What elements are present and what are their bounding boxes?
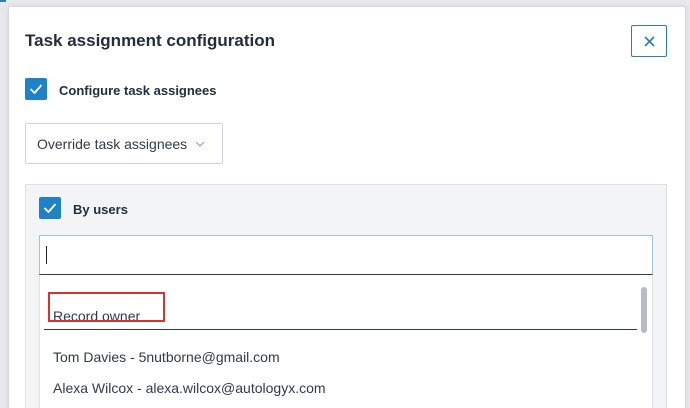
by-users-label: By users bbox=[73, 202, 128, 217]
checkmark-icon bbox=[29, 84, 43, 95]
assignee-mode-select[interactable]: Override task assignees bbox=[25, 123, 223, 164]
text-caret bbox=[46, 246, 47, 264]
list-item[interactable]: Tom Davies - 5nutborne@gmail.com bbox=[53, 349, 280, 365]
configure-task-assignees-label: Configure task assignees bbox=[59, 83, 217, 98]
chevron-down-icon bbox=[195, 141, 205, 147]
assignee-mode-value: Override task assignees bbox=[37, 135, 188, 152]
by-users-checkbox[interactable] bbox=[39, 197, 61, 219]
configure-task-assignees-checkbox[interactable] bbox=[25, 78, 47, 100]
close-button[interactable] bbox=[631, 25, 667, 57]
record-owner-option[interactable]: Record owner bbox=[44, 282, 637, 330]
checkmark-icon bbox=[43, 203, 57, 214]
scrollbar-thumb[interactable] bbox=[641, 287, 647, 333]
task-assignment-dialog: Task assignment configuration Configure … bbox=[8, 6, 686, 408]
user-search-input[interactable] bbox=[39, 235, 653, 275]
highlight-box bbox=[48, 292, 165, 322]
backdrop-accent bbox=[0, 0, 6, 2]
close-icon bbox=[643, 35, 655, 47]
user-options-list: Record owner Tom Davies - 5nutborne@gmai… bbox=[39, 275, 653, 408]
dialog-title: Task assignment configuration bbox=[25, 31, 276, 50]
list-item[interactable]: Alexa Wilcox - alexa.wilcox@autologyx.co… bbox=[53, 380, 326, 396]
